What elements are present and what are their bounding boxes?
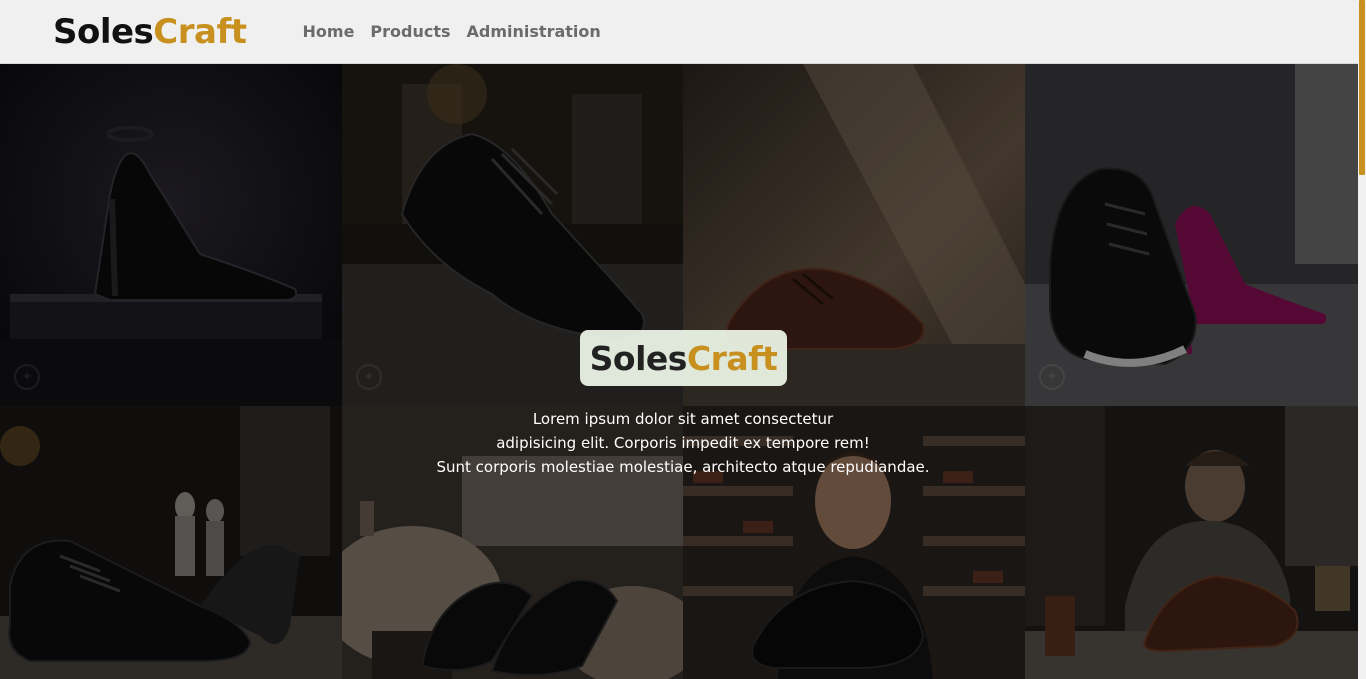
top-navbar: SolesCraft Home Products Administration [0, 0, 1358, 64]
nav-links: Home Products Administration [295, 22, 609, 41]
hero-logo-part2: Craft [686, 338, 778, 378]
hero-text-line2: adipisicing elit. Corporis impedit ex te… [496, 434, 870, 452]
hero-description: Lorem ipsum dolor sit amet consectetur a… [383, 407, 983, 479]
brand-name-part1: Soles [53, 11, 154, 52]
hero-logo: Soles Craft [580, 330, 787, 386]
nav-administration-link[interactable]: Administration [459, 22, 609, 41]
brand-name-part2: Craft [153, 11, 247, 52]
shoemaker-crafting-image [1025, 406, 1358, 679]
hero-logo-part1: Soles [589, 338, 688, 378]
page-scrollbar[interactable] [1358, 0, 1366, 679]
sneaker-and-pink-heel-image: ✦ [1025, 64, 1358, 406]
nav-home-link[interactable]: Home [295, 22, 363, 41]
sneaker-and-heel-store-image [0, 406, 342, 679]
scrollbar-thumb[interactable] [1359, 0, 1365, 175]
black-high-heel-image: ✦ [0, 64, 342, 406]
brand-logo[interactable]: SolesCraft [53, 15, 247, 49]
hero-text-line3: Sunt corporis molestiae molestiae, archi… [436, 458, 930, 476]
nav-products-link[interactable]: Products [362, 22, 458, 41]
hero-text-line1: Lorem ipsum dolor sit amet consectetur [532, 410, 834, 428]
